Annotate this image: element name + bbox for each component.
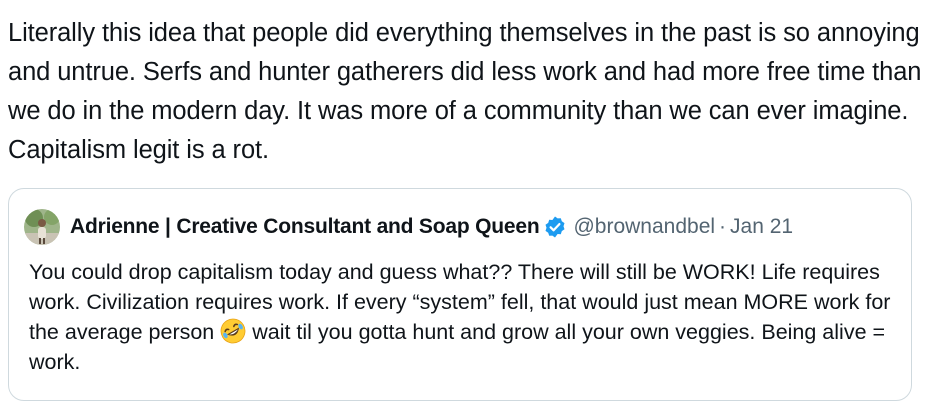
quoted-tweet-card[interactable]: Adrienne | Creative Consultant and Soap … (8, 188, 912, 401)
rolling-on-floor-laughing-emoji-icon (220, 318, 246, 344)
author-name[interactable]: Adrienne | Creative Consultant and Soap … (70, 215, 539, 239)
avatar[interactable] (24, 209, 60, 245)
author-handle[interactable]: @brownandbel (573, 215, 715, 239)
separator-dot: · (719, 215, 727, 238)
verified-badge-icon (545, 216, 565, 238)
post-date[interactable]: Jan 21 (730, 215, 793, 239)
quoted-tweet-header: Adrienne | Creative Consultant and Soap … (24, 209, 896, 245)
quoted-tweet-text: You could drop capitalism today and gues… (29, 257, 899, 377)
tweet-text: Literally this idea that people did ever… (8, 19, 922, 164)
